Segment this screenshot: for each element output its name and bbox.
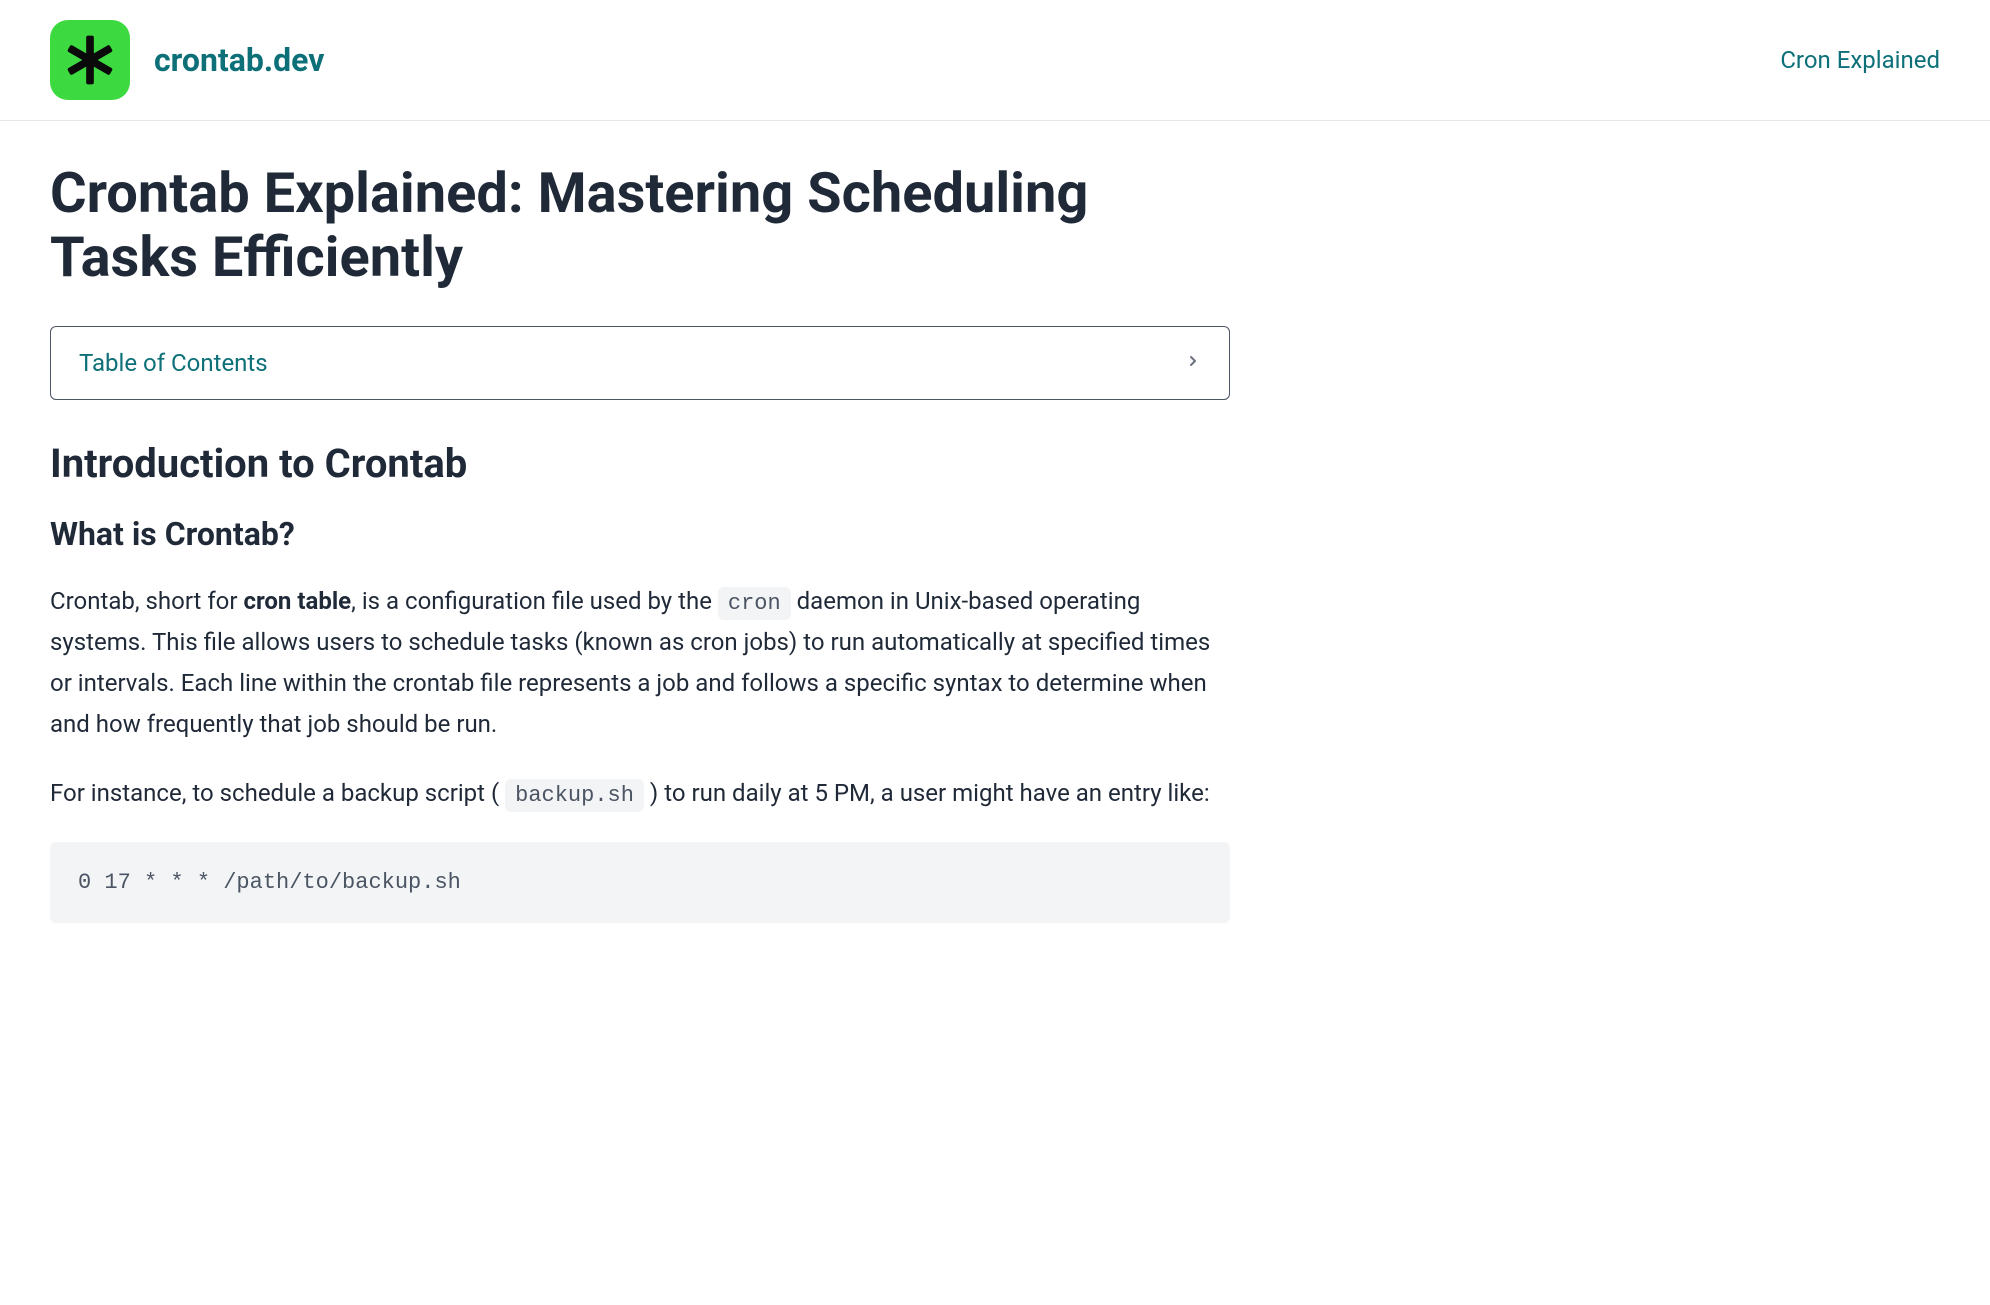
table-of-contents-toggle[interactable]: Table of Contents [50,326,1230,400]
nav-link-cron-explained[interactable]: Cron Explained [1780,46,1940,74]
text-span: , is a configuration file used by the [351,587,718,615]
toc-label: Table of Contents [79,349,268,377]
section-heading-introduction: Introduction to Crontab [50,440,1230,487]
asterisk-icon [58,28,122,92]
subsection-heading-what-is: What is Crontab? [50,515,1230,553]
header-left: crontab.dev [50,20,324,100]
bold-text: cron table [243,587,351,615]
chevron-right-icon [1185,350,1201,375]
text-span: ) to run daily at 5 PM, a user might hav… [644,779,1210,807]
paragraph-example-intro: For instance, to schedule a backup scrip… [50,773,1230,814]
text-span: For instance, to schedule a backup scrip… [50,779,505,807]
paragraph-intro: Crontab, short for cron table, is a conf… [50,581,1230,745]
page-title: Crontab Explained: Mastering Scheduling … [50,161,1230,290]
inline-code-backup: backup.sh [505,779,644,812]
text-span: Crontab, short for [50,587,243,615]
site-name[interactable]: crontab.dev [154,41,324,79]
site-header: crontab.dev Cron Explained [0,0,1990,121]
site-logo[interactable] [50,20,130,100]
code-block-example: 0 17 * * * /path/to/backup.sh [50,842,1230,923]
main-content: Crontab Explained: Mastering Scheduling … [0,121,1280,991]
inline-code-cron: cron [718,587,791,620]
